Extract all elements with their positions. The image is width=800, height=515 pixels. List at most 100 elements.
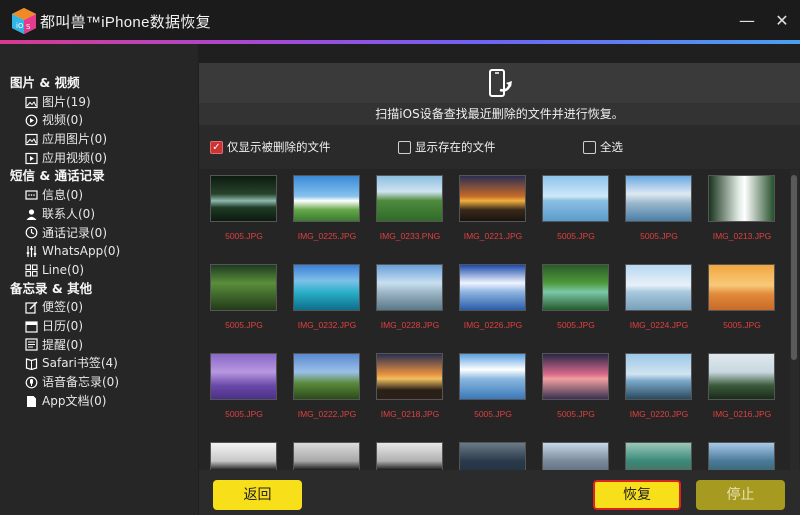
banner xyxy=(199,63,800,103)
photo-tile[interactable]: IMG_0222.JPG xyxy=(287,353,367,419)
photo-tile[interactable]: IMG_0220.JPG xyxy=(619,353,699,419)
photo-tile[interactable]: IMG_0233.PNG xyxy=(370,175,450,241)
sidebar-item-reminders[interactable]: 提醒(0) xyxy=(0,336,198,355)
photo-tile[interactable] xyxy=(619,442,699,470)
sidebar-item-whatsapp[interactable]: WhatsApp(0) xyxy=(0,242,198,261)
photo-thumbnail[interactable] xyxy=(625,442,692,470)
photo-thumbnail[interactable] xyxy=(542,264,609,311)
sidebar-item-call-log[interactable]: 通话记录(0) xyxy=(0,224,198,243)
photo-thumbnail[interactable] xyxy=(542,175,609,222)
grid-icon xyxy=(25,264,38,277)
stop-button[interactable]: 停止 xyxy=(696,480,785,510)
sidebar-item-messages[interactable]: 信息(0) xyxy=(0,186,198,205)
photo-thumbnail[interactable] xyxy=(376,442,443,470)
photo-thumbnail[interactable] xyxy=(210,353,277,400)
app-title: 都叫兽™iPhone数据恢复 xyxy=(40,14,211,31)
only-deleted-checkbox[interactable]: ✓ 仅显示被删除的文件 xyxy=(210,139,331,155)
photo-thumbnail[interactable] xyxy=(708,353,775,400)
photo-thumbnail[interactable] xyxy=(625,175,692,222)
photo-filename: IMG_0222.JPG xyxy=(297,409,357,419)
photo-thumbnail[interactable] xyxy=(293,442,360,470)
recover-button[interactable]: 恢复 xyxy=(593,480,681,510)
photo-tile[interactable] xyxy=(536,442,616,470)
photo-tile[interactable]: IMG_0213.JPG xyxy=(702,175,782,241)
photo-thumbnail[interactable] xyxy=(293,353,360,400)
photo-thumbnail[interactable] xyxy=(293,264,360,311)
photo-thumbnail[interactable] xyxy=(459,264,526,311)
photo-filename: IMG_0216.JPG xyxy=(712,409,772,419)
grid-scrollbar[interactable] xyxy=(790,170,799,470)
photo-thumbnail[interactable] xyxy=(708,264,775,311)
app-image-icon xyxy=(25,133,38,146)
show-existing-checkbox[interactable]: 显示存在的文件 xyxy=(398,139,496,155)
photo-tile[interactable] xyxy=(204,442,284,470)
photo-tile[interactable] xyxy=(453,442,533,470)
sidebar-item-notes[interactable]: 便签(0) xyxy=(0,298,198,317)
photo-thumbnail[interactable] xyxy=(708,442,775,470)
photo-tile[interactable]: 5005.JPG xyxy=(536,353,616,419)
filter-bar: ✓ 仅显示被删除的文件 显示存在的文件 全选 xyxy=(199,125,800,169)
photo-filename: IMG_0224.JPG xyxy=(629,320,689,330)
photo-thumbnail[interactable] xyxy=(293,175,360,222)
photo-thumbnail[interactable] xyxy=(459,353,526,400)
photo-filename: IMG_0226.JPG xyxy=(463,320,523,330)
sidebar-item-label: 语音备忘录(0) xyxy=(42,375,119,389)
scrollbar-thumb[interactable] xyxy=(791,175,797,360)
sidebar-item-videos[interactable]: 视频(0) xyxy=(0,111,198,130)
sidebar-item-app-documents[interactable]: App文档(0) xyxy=(0,392,198,411)
photo-thumbnail[interactable] xyxy=(459,175,526,222)
photo-thumbnail[interactable] xyxy=(376,264,443,311)
sidebar-item-contacts[interactable]: 联系人(0) xyxy=(0,205,198,224)
photo-thumbnail[interactable] xyxy=(625,264,692,311)
checkbox-label: 仅显示被删除的文件 xyxy=(227,140,331,154)
photo-tile[interactable]: IMG_0232.JPG xyxy=(287,264,367,330)
sidebar-group-photos-videos[interactable]: 图片 & 视频 xyxy=(0,74,198,93)
photo-thumbnail[interactable] xyxy=(376,353,443,400)
sidebar-item-photos[interactable]: 图片(19) xyxy=(0,93,198,112)
photo-tile[interactable]: IMG_0216.JPG xyxy=(702,353,782,419)
photo-tile[interactable]: 5005.JPG xyxy=(453,353,533,419)
photo-tile[interactable] xyxy=(287,442,367,470)
photo-tile[interactable]: 5005.JPG xyxy=(204,353,284,419)
sidebar-item-safari-bookmarks[interactable]: Safari书签(4) xyxy=(0,354,198,373)
photo-tile[interactable]: 5005.JPG xyxy=(204,264,284,330)
photo-tile[interactable]: 5005.JPG xyxy=(204,175,284,241)
checkbox-label: 显示存在的文件 xyxy=(415,140,496,154)
photo-thumbnail[interactable] xyxy=(625,353,692,400)
back-button[interactable]: 返回 xyxy=(213,480,302,510)
sidebar-group-notes-other[interactable]: 备忘录 & 其他 xyxy=(0,280,198,299)
photo-tile[interactable]: 5005.JPG xyxy=(619,175,699,241)
photo-tile[interactable]: IMG_0218.JPG xyxy=(370,353,450,419)
photo-thumbnail[interactable] xyxy=(542,442,609,470)
photo-tile[interactable] xyxy=(370,442,450,470)
photo-thumbnail[interactable] xyxy=(542,353,609,400)
sidebar-group-messages-calls[interactable]: 短信 & 通话记录 xyxy=(0,167,198,186)
photo-tile[interactable]: 5005.JPG xyxy=(536,264,616,330)
photo-tile[interactable]: 5005.JPG xyxy=(536,175,616,241)
photo-thumbnail[interactable] xyxy=(210,175,277,222)
photo-tile[interactable]: IMG_0224.JPG xyxy=(619,264,699,330)
photo-thumbnail[interactable] xyxy=(459,442,526,470)
bottom-bar: 返回 恢复 停止 xyxy=(199,470,800,515)
photo-thumbnail[interactable] xyxy=(210,442,277,470)
photo-tile[interactable]: IMG_0225.JPG xyxy=(287,175,367,241)
photo-tile[interactable]: IMG_0228.JPG xyxy=(370,264,450,330)
photo-thumbnail[interactable] xyxy=(376,175,443,222)
photo-tile[interactable]: IMG_0221.JPG xyxy=(453,175,533,241)
sidebar-item-calendar[interactable]: 日历(0) xyxy=(0,317,198,336)
sidebar-item-app-videos[interactable]: 应用视频(0) xyxy=(0,149,198,168)
photo-tile[interactable] xyxy=(702,442,782,470)
photo-tile[interactable]: 5005.JPG xyxy=(702,264,782,330)
select-all-checkbox[interactable]: 全选 xyxy=(583,139,623,155)
sidebar-item-label: 应用视频(0) xyxy=(42,150,107,165)
close-icon[interactable]: ✕ xyxy=(773,12,791,30)
photo-thumbnail[interactable] xyxy=(708,175,775,222)
minimize-icon[interactable]: — xyxy=(738,12,756,30)
sidebar-item-line[interactable]: Line(0) xyxy=(0,261,198,280)
photo-tile[interactable]: IMG_0226.JPG xyxy=(453,264,533,330)
play-circle-icon xyxy=(25,114,38,127)
photo-thumbnail[interactable] xyxy=(210,264,277,311)
sidebar-item-app-photos[interactable]: 应用图片(0) xyxy=(0,130,198,149)
photo-grid: 5005.JPG IMG_0225.JPG IMG_0233.PNG IMG_0221… xyxy=(204,170,790,470)
sidebar-item-voice-memos[interactable]: 语音备忘录(0) xyxy=(0,373,198,392)
